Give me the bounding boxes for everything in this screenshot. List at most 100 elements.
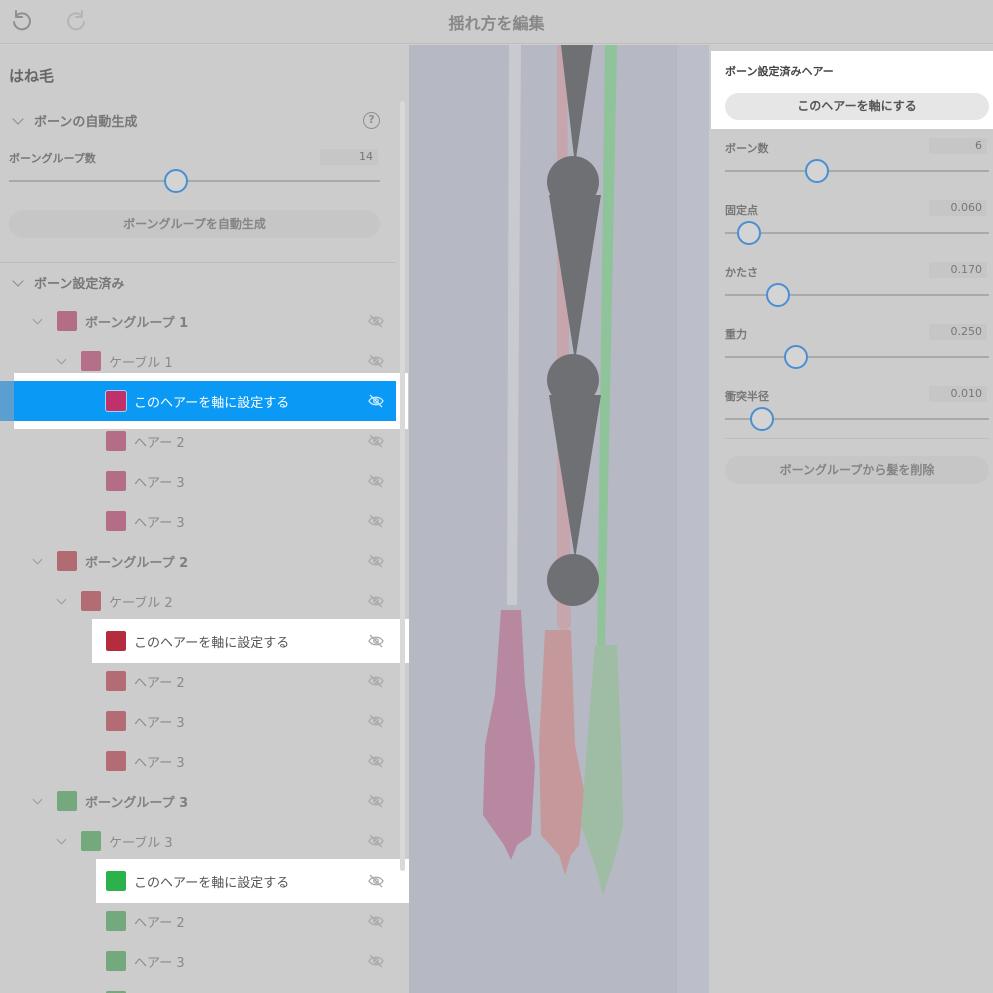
visibility-off-icon[interactable] bbox=[368, 713, 384, 729]
visibility-off-icon[interactable] bbox=[368, 873, 384, 889]
visibility-off-icon[interactable] bbox=[368, 353, 384, 369]
tree-group-row[interactable]: ボーングループ 1 bbox=[0, 301, 409, 341]
color-swatch bbox=[105, 390, 127, 412]
param-slider[interactable] bbox=[725, 407, 989, 431]
tree-hair-row[interactable]: ヘアー 2 bbox=[0, 661, 409, 701]
help-icon[interactable]: ? bbox=[363, 112, 380, 129]
tree-item-label: ヘアー 2 bbox=[134, 435, 185, 451]
visibility-off-icon[interactable] bbox=[368, 793, 384, 809]
tree-item-label: ボーングループ 1 bbox=[85, 315, 189, 331]
tree-group-row[interactable]: ボーングループ 3 bbox=[0, 781, 409, 821]
slider-knob[interactable] bbox=[163, 169, 188, 193]
right-panel: ボーン設定済みヘアー このヘアーを軸にする ボーン数 6 固定点 0.060 かたさ 0.… bbox=[709, 45, 993, 993]
tree-row-content: ヘアー 3 bbox=[106, 741, 185, 781]
param-slider[interactable] bbox=[725, 283, 989, 307]
tree-item-label: ヘアー 3 bbox=[134, 515, 185, 531]
tree-hair-row[interactable]: ヘアー 3 bbox=[0, 461, 409, 501]
visibility-off-icon[interactable] bbox=[368, 913, 384, 929]
tree-group-row[interactable]: ボーングループ 2 bbox=[0, 541, 409, 581]
set-as-axis-button[interactable]: このヘアーを軸にする bbox=[725, 93, 989, 120]
visibility-off-icon[interactable] bbox=[368, 393, 384, 409]
visibility-off-icon[interactable] bbox=[368, 833, 384, 849]
visibility-off-icon[interactable] bbox=[368, 313, 384, 329]
slider-track bbox=[9, 180, 380, 182]
tree-item-label: ヘアー 3 bbox=[134, 755, 185, 771]
auto-generate-button[interactable]: ボーングループを自動生成 bbox=[9, 210, 380, 238]
visibility-off-icon[interactable] bbox=[368, 753, 384, 769]
tree-hair-row[interactable]: ヘアー 3 bbox=[0, 501, 409, 541]
divider bbox=[725, 438, 989, 439]
tree-hair-row[interactable]: このヘアーを軸に設定する bbox=[0, 373, 409, 429]
slider-track bbox=[725, 356, 989, 358]
color-swatch bbox=[106, 471, 126, 491]
color-swatch bbox=[106, 911, 126, 931]
visibility-off-icon[interactable] bbox=[368, 473, 384, 489]
tree-hair-row[interactable]: ヘアー 3 bbox=[0, 701, 409, 741]
section-label: ボーン設定済み bbox=[34, 277, 125, 292]
tree-item-label: ボーングループ 3 bbox=[85, 795, 189, 811]
param-value-field[interactable]: 6 bbox=[929, 138, 987, 154]
color-swatch bbox=[106, 671, 126, 691]
param-value-field[interactable]: 0.250 bbox=[929, 324, 987, 340]
tree-item-label: ヘアー 2 bbox=[134, 915, 185, 931]
tree-hair-row[interactable]: ヘアー 3 bbox=[0, 741, 409, 781]
tree-item-label: ケーブル 1 bbox=[109, 355, 173, 371]
chevron-down-icon[interactable] bbox=[56, 834, 67, 844]
tree-row-content: このヘアーを軸に設定する bbox=[105, 381, 290, 421]
slider-knob[interactable] bbox=[805, 159, 830, 183]
color-swatch bbox=[57, 791, 77, 811]
param-value-field[interactable]: 0.170 bbox=[929, 262, 987, 278]
visibility-off-icon[interactable] bbox=[368, 553, 384, 569]
chevron-down-icon[interactable] bbox=[32, 554, 43, 564]
tree-cable-row[interactable]: ケーブル 2 bbox=[0, 581, 409, 621]
auto-generate-section-header[interactable]: ボーンの自動生成 bbox=[12, 111, 137, 130]
remove-from-group-button[interactable]: ボーングループから髪を削除 bbox=[725, 456, 989, 484]
tree-row-content: ヘアー 3 bbox=[106, 501, 185, 541]
tree-hair-row[interactable] bbox=[0, 981, 409, 993]
chevron-down-icon[interactable] bbox=[56, 354, 67, 364]
slider-knob[interactable] bbox=[749, 407, 774, 431]
hair-preview-graphic bbox=[409, 45, 709, 993]
tree-hair-row[interactable]: このヘアーを軸に設定する bbox=[0, 859, 409, 903]
bone-group-count-field[interactable]: 14 bbox=[320, 149, 378, 165]
param-value-field[interactable]: 0.060 bbox=[929, 200, 987, 216]
slider-knob[interactable] bbox=[784, 345, 809, 369]
tree-hair-row[interactable]: ヘアー 2 bbox=[0, 421, 409, 461]
slider-knob[interactable] bbox=[736, 221, 761, 245]
tree-item-label: ボーングループ 2 bbox=[85, 555, 189, 571]
chevron-down-icon[interactable] bbox=[56, 594, 67, 604]
visibility-off-icon[interactable] bbox=[368, 513, 384, 529]
bone-group-count-slider[interactable] bbox=[9, 169, 380, 193]
scrollbar[interactable] bbox=[400, 101, 405, 871]
param-label: かたさ bbox=[725, 266, 758, 279]
tree-row-content: このヘアーを軸に設定する bbox=[105, 621, 289, 661]
visibility-off-icon[interactable] bbox=[368, 673, 384, 689]
tree-item-label: ヘアー 3 bbox=[134, 955, 185, 971]
visibility-off-icon[interactable] bbox=[368, 593, 384, 609]
tree-item-label: ヘアー 3 bbox=[134, 715, 185, 731]
tree-cable-row[interactable]: ケーブル 3 bbox=[0, 821, 409, 861]
param-value-field[interactable]: 0.010 bbox=[929, 386, 987, 402]
param-slider[interactable] bbox=[725, 345, 989, 369]
chevron-down-icon[interactable] bbox=[32, 794, 43, 804]
slider-knob[interactable] bbox=[765, 283, 790, 307]
visibility-off-icon[interactable] bbox=[368, 953, 384, 969]
param-slider[interactable] bbox=[725, 159, 989, 183]
configured-section-header[interactable]: ボーン設定済み bbox=[12, 273, 124, 292]
param-label: 固定点 bbox=[725, 204, 758, 217]
color-swatch bbox=[106, 711, 126, 731]
param-slider[interactable] bbox=[725, 221, 989, 245]
chevron-down-icon[interactable] bbox=[32, 314, 43, 324]
visibility-off-icon[interactable] bbox=[368, 633, 384, 649]
tree-row-content: ケーブル 3 bbox=[56, 821, 173, 861]
tree-row-content: ヘアー 3 bbox=[106, 701, 185, 741]
visibility-off-icon[interactable] bbox=[368, 433, 384, 449]
tree-item-label: このヘアーを軸に設定する bbox=[134, 395, 290, 411]
tree-hair-row[interactable]: ヘアー 3 bbox=[0, 941, 409, 981]
tree-hair-row[interactable]: このヘアーを軸に設定する bbox=[0, 619, 409, 663]
tree-row-content: ボーングループ 3 bbox=[32, 781, 189, 821]
selected-hair-title: ボーン設定済みヘアー bbox=[725, 65, 834, 78]
3d-viewport[interactable] bbox=[409, 45, 709, 993]
tree-row-content: ボーングループ 2 bbox=[32, 541, 189, 581]
tree-hair-row[interactable]: ヘアー 2 bbox=[0, 901, 409, 941]
